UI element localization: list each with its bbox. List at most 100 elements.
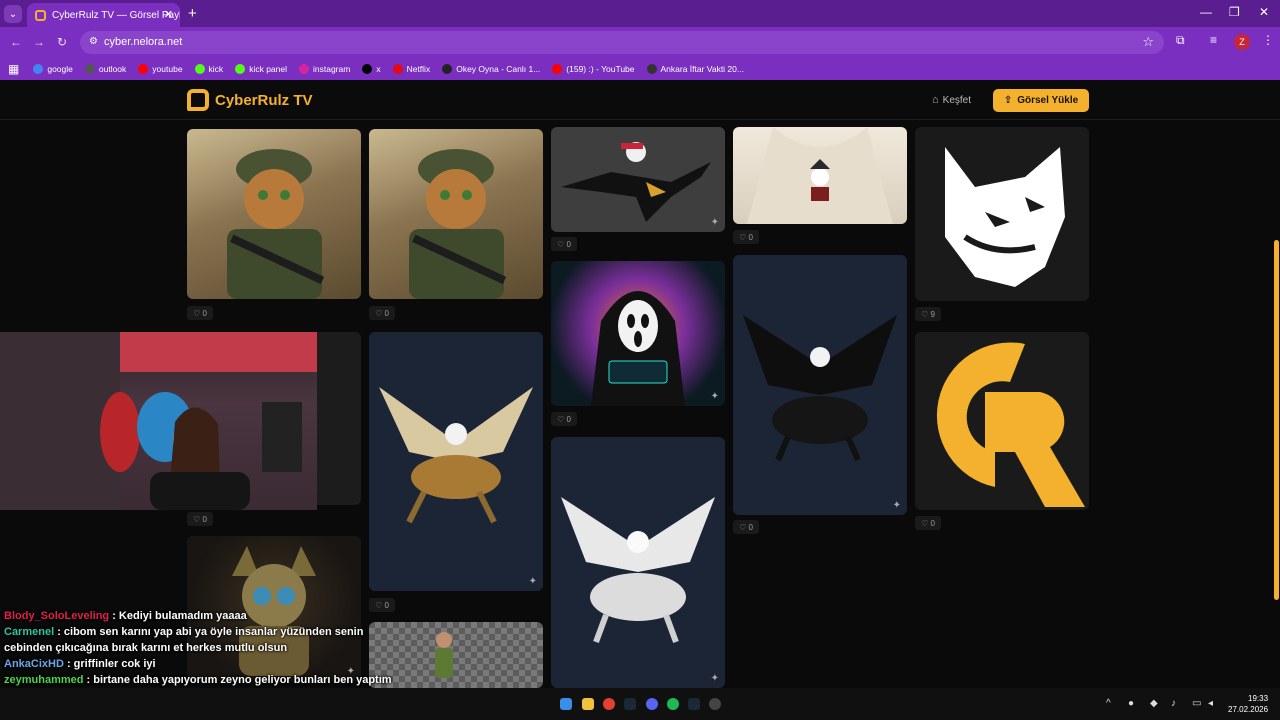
gallery-card-cat-on-griffin-white[interactable]: ✦ (551, 437, 725, 688)
bookmark-item[interactable]: Netflix (392, 64, 431, 74)
browser-tab-active[interactable]: CyberRulz TV — Görsel Paylaşı ✕ (27, 3, 180, 27)
system-clock[interactable]: 19:33 27.02.2026 (1228, 693, 1268, 715)
windows-taskbar: ^ ● ◆ ♪ ▭ ◂ 19:33 27.02.2026 (0, 688, 1280, 720)
new-tab-icon[interactable]: + (188, 5, 197, 22)
file-explorer-icon[interactable] (582, 698, 594, 710)
bookmark-label: youtube (152, 64, 183, 74)
app-icon[interactable] (709, 698, 721, 710)
tab-close-icon[interactable]: ✕ (164, 8, 173, 21)
tray-expand-icon[interactable]: ^ (1106, 698, 1111, 709)
minimize-icon[interactable]: — (1200, 5, 1212, 19)
site-info-icon[interactable]: ⚙ (89, 36, 98, 47)
upload-label: Görsel Yükle (1017, 95, 1079, 106)
cr-logo-image (936, 342, 1085, 507)
chrome-icon[interactable] (603, 698, 615, 710)
clock-date: 27.02.2026 (1228, 705, 1269, 714)
mosque-icon (646, 64, 657, 74)
bookmark-item[interactable]: x (362, 64, 381, 74)
sparkle-icon: ✦ (710, 391, 719, 402)
bookmark-item[interactable]: kick panel (235, 64, 287, 74)
upload-icon: ⇪ (1003, 95, 1013, 106)
like-button[interactable]: ♡ 0 (915, 516, 941, 530)
restore-icon[interactable]: ❐ (1229, 5, 1240, 19)
gallery-card-samurai-cat-hoodie[interactable] (733, 127, 907, 224)
bookmark-label: Netflix (406, 64, 431, 74)
extensions-icon[interactable]: ⧉ (1176, 33, 1185, 48)
chat-username: Blody_SoloLeveling (4, 610, 110, 622)
heart-icon: ♡ (739, 522, 749, 532)
page-scrollbar[interactable] (1274, 240, 1279, 600)
black-griffin-image (743, 315, 897, 462)
tray-steam-icon[interactable]: ◆ (1150, 698, 1158, 709)
bookmark-label: outlook (98, 64, 127, 74)
site-logo[interactable]: CyberRulz TV (187, 89, 313, 111)
wolf-logo-image (945, 147, 1065, 287)
gallery-card-cat-on-griffin-gold[interactable]: ✦ (369, 332, 543, 591)
like-button[interactable]: ♡ 0 (369, 306, 395, 320)
bookmark-star-icon[interactable]: ☆ (1142, 34, 1154, 50)
reload-icon[interactable]: ↻ (57, 35, 67, 49)
steam-icon[interactable] (624, 698, 636, 710)
window-close-icon[interactable]: ✕ (1259, 5, 1269, 19)
kick-icon (194, 64, 205, 74)
gallery-card-cat-soldier-2[interactable] (369, 129, 543, 299)
like-button[interactable]: ♡ 0 (187, 512, 213, 526)
home-icon: ⌂ (932, 94, 939, 106)
sparkle-icon: ✦ (710, 673, 719, 684)
url-text[interactable]: cyber.nelora.net (104, 36, 182, 48)
bookmark-item[interactable]: Ankara İftar Vakti 20... (646, 64, 744, 74)
address-bar[interactable]: ⚙ cyber.nelora.net ☆ (80, 31, 1164, 54)
like-button[interactable]: ♡ 0 (187, 306, 213, 320)
bookmark-item[interactable]: kick (194, 64, 223, 74)
network-icon[interactable]: ▭ (1192, 698, 1201, 709)
bookmark-item[interactable]: instagram (299, 64, 350, 74)
cat-raptor-image (561, 142, 711, 222)
gallery-card-cat-on-raptor[interactable]: ✦ (551, 127, 725, 232)
tab-search-icon[interactable]: ⌄ (4, 5, 22, 23)
bookmark-item[interactable]: Okey Oyna - Canlı 1... (442, 64, 540, 74)
forward-icon[interactable]: → (33, 35, 45, 49)
like-button[interactable]: ♡ 0 (551, 237, 577, 251)
like-button[interactable]: ♡ 0 (733, 520, 759, 534)
upload-image-button[interactable]: ⇪ Görsel Yükle (993, 89, 1089, 112)
chat-message: Blody_SoloLeveling : Kediyi bulamadım ya… (0, 608, 400, 624)
sparkle-icon: ✦ (710, 217, 719, 228)
like-button[interactable]: ♡ 9 (915, 307, 941, 321)
heart-icon: ♡ (557, 414, 567, 424)
gallery-card-cat-soldier-1[interactable] (187, 129, 361, 299)
spotify-icon[interactable] (667, 698, 679, 710)
apps-grid-icon[interactable]: ▦ (8, 62, 19, 76)
media-controls-icon[interactable]: ≡ (1210, 33, 1217, 47)
start-icon[interactable] (560, 698, 572, 710)
instagram-icon (299, 64, 309, 74)
bookmark-label: kick panel (249, 64, 287, 74)
discord-icon[interactable] (646, 698, 658, 710)
ghostface-image (591, 291, 685, 406)
gallery-card-wolf-logo[interactable] (915, 127, 1089, 301)
menu-kebab-icon[interactable]: ⋮ (1262, 33, 1274, 47)
bookmark-item[interactable]: outlook (84, 64, 127, 74)
profile-avatar[interactable]: Z (1234, 34, 1250, 50)
bookmark-item[interactable]: youtube (138, 64, 183, 74)
volume-icon[interactable]: ◂ (1208, 698, 1213, 709)
gallery-card-cat-on-griffin-black[interactable]: ✦ (733, 255, 907, 515)
explore-link[interactable]: ⌂ Keşfet (932, 94, 971, 106)
tray-app-icon[interactable]: ● (1128, 698, 1134, 709)
microphone-icon[interactable]: ♪ (1171, 698, 1176, 709)
gallery-card-cr-logo[interactable] (915, 332, 1089, 510)
webcam-overlay (0, 332, 317, 510)
gold-griffin-image (379, 387, 533, 524)
bookmark-item[interactable]: google (33, 64, 73, 74)
bookmark-item[interactable]: (159) :) - YouTube (552, 64, 635, 74)
site-favicon-icon (35, 9, 46, 21)
cr-logo-icon (187, 89, 209, 111)
back-icon[interactable]: ← (10, 35, 22, 49)
like-button[interactable]: ♡ 0 (733, 230, 759, 244)
sparkle-icon: ✦ (528, 576, 537, 587)
kick-icon (235, 64, 246, 74)
chat-text: : Kediyi bulamadım yaaaa (109, 610, 247, 622)
chat-username: zeymuhammed (4, 674, 84, 686)
like-button[interactable]: ♡ 0 (551, 412, 577, 426)
steam-icon-2[interactable] (688, 698, 700, 710)
gallery-card-ghostface-neon[interactable]: ✦ (551, 261, 725, 406)
